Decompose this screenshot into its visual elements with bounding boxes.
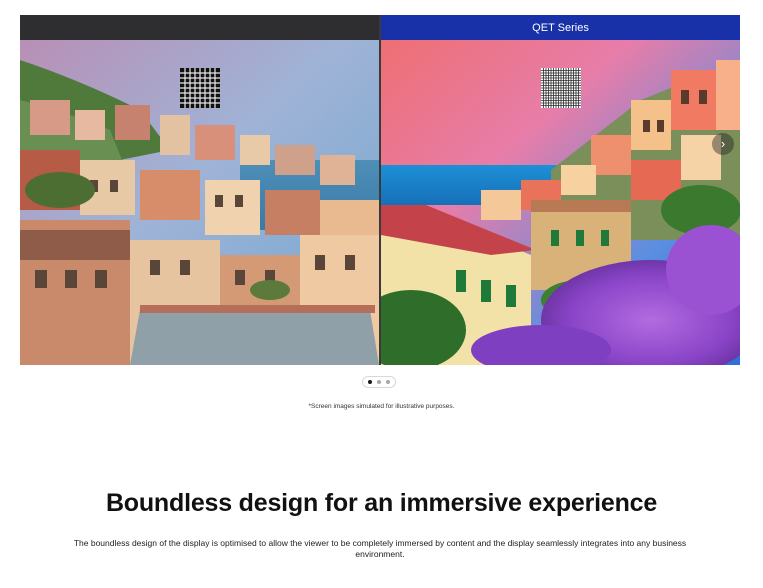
qet-display-panel: QET Series › (381, 15, 740, 365)
next-slide-button[interactable]: › (712, 133, 734, 155)
chevron-right-icon: › (720, 136, 726, 151)
display-comparison: QET Series › (20, 15, 740, 365)
standard-display-header (20, 15, 379, 40)
section-title: Boundless design for an immersive experi… (105, 489, 658, 517)
qet-display-header: QET Series (381, 15, 740, 40)
comparison-divider[interactable] (379, 15, 381, 365)
standard-display-panel (20, 15, 379, 365)
carousel-dot-2[interactable] (377, 380, 381, 384)
standard-pixel-grid-icon (180, 68, 220, 108)
section-description: The boundless design of the display is o… (73, 538, 687, 559)
disclaimer-text: *Screen images simulated for illustrativ… (308, 403, 455, 410)
carousel-pagination (362, 376, 396, 388)
qet-series-label: QET Series (532, 21, 589, 34)
qet-pixel-grid-icon (541, 68, 581, 108)
carousel-dot-1[interactable] (368, 380, 372, 384)
carousel-dot-3[interactable] (386, 380, 390, 384)
page: QET Series › *Screen images simulated fo… (0, 0, 763, 588)
